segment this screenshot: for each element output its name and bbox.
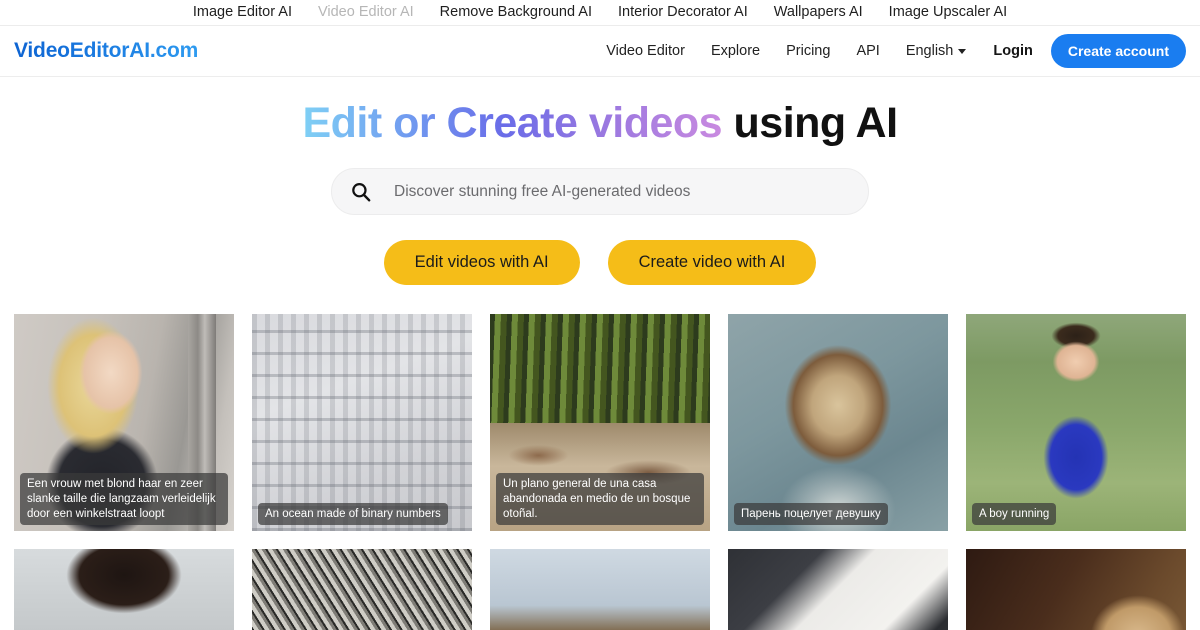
gallery-card[interactable] (966, 549, 1186, 630)
topbar-link-image-upscaler-ai[interactable]: Image Upscaler AI (889, 5, 1007, 20)
gallery-card[interactable]: A boy running (966, 314, 1186, 532)
search-icon (350, 181, 372, 203)
product-switcher-bar: Image Editor AI Video Editor AI Remove B… (0, 0, 1200, 26)
login-button[interactable]: Login (979, 43, 1046, 59)
gallery-card[interactable]: Un plano general de una casa abandonada … (490, 314, 710, 532)
topbar-link-remove-background-ai[interactable]: Remove Background AI (440, 5, 592, 20)
topbar-link-interior-decorator-ai[interactable]: Interior Decorator AI (618, 5, 748, 20)
video-thumbnail (490, 549, 710, 630)
video-gallery-grid: Een vrouw met blond haar en zeer slanke … (0, 314, 1200, 630)
gallery-card[interactable]: An ocean made of binary numbers (252, 314, 472, 532)
cta-button-group: Edit videos with AI Create video with AI (0, 240, 1200, 286)
create-video-with-ai-button[interactable]: Create video with AI (607, 240, 817, 286)
nav-item-pricing[interactable]: Pricing (773, 43, 843, 59)
topbar-link-video-editor-ai[interactable]: Video Editor AI (318, 5, 414, 20)
nav-item-video-editor[interactable]: Video Editor (593, 43, 698, 59)
language-selector[interactable]: English (893, 43, 980, 59)
gallery-card[interactable] (728, 549, 948, 630)
page-title: Edit or Create videos using AI (0, 99, 1200, 148)
gallery-card-caption: A boy running (972, 502, 1057, 526)
video-thumbnail (14, 549, 234, 630)
main-nav: Video Editor Explore Pricing API English… (593, 34, 1186, 68)
video-thumbnail (966, 314, 1186, 532)
gallery-card-caption: Een vrouw met blond haar en zeer slanke … (20, 473, 228, 526)
nav-item-api[interactable]: API (843, 43, 892, 59)
search-bar[interactable] (331, 168, 869, 216)
page-title-gradient-part: Edit or Create videos (302, 99, 723, 147)
video-thumbnail (252, 314, 472, 532)
language-selector-label: English (905, 43, 954, 59)
nav-item-explore[interactable]: Explore (698, 43, 773, 59)
video-thumbnail (252, 549, 472, 630)
chevron-down-icon (958, 48, 967, 54)
video-thumbnail (728, 549, 948, 630)
gallery-card-caption: Un plano general de una casa abandonada … (496, 473, 704, 526)
video-thumbnail (728, 314, 948, 532)
site-header: VideoEditorAI.com Video Editor Explore P… (0, 26, 1200, 77)
gallery-card[interactable] (14, 549, 234, 630)
site-logo[interactable]: VideoEditorAI.com (14, 39, 198, 63)
search-input[interactable] (394, 182, 850, 201)
topbar-link-wallpapers-ai[interactable]: Wallpapers AI (774, 5, 863, 20)
hero-section: Edit or Create videos using AI Edit vide… (0, 77, 1200, 286)
page-title-plain-part: using AI (722, 99, 899, 147)
edit-videos-with-ai-button[interactable]: Edit videos with AI (383, 240, 580, 286)
create-account-button[interactable]: Create account (1050, 34, 1186, 68)
gallery-card-caption: Парень поцелует девушку (734, 502, 888, 526)
gallery-card[interactable]: Парень поцелует девушку (728, 314, 948, 532)
gallery-card[interactable] (252, 549, 472, 630)
gallery-card[interactable] (490, 549, 710, 630)
gallery-card-caption: An ocean made of binary numbers (258, 502, 448, 526)
topbar-link-image-editor-ai[interactable]: Image Editor AI (193, 5, 292, 20)
gallery-card[interactable]: Een vrouw met blond haar en zeer slanke … (14, 314, 234, 532)
video-thumbnail (966, 549, 1186, 630)
